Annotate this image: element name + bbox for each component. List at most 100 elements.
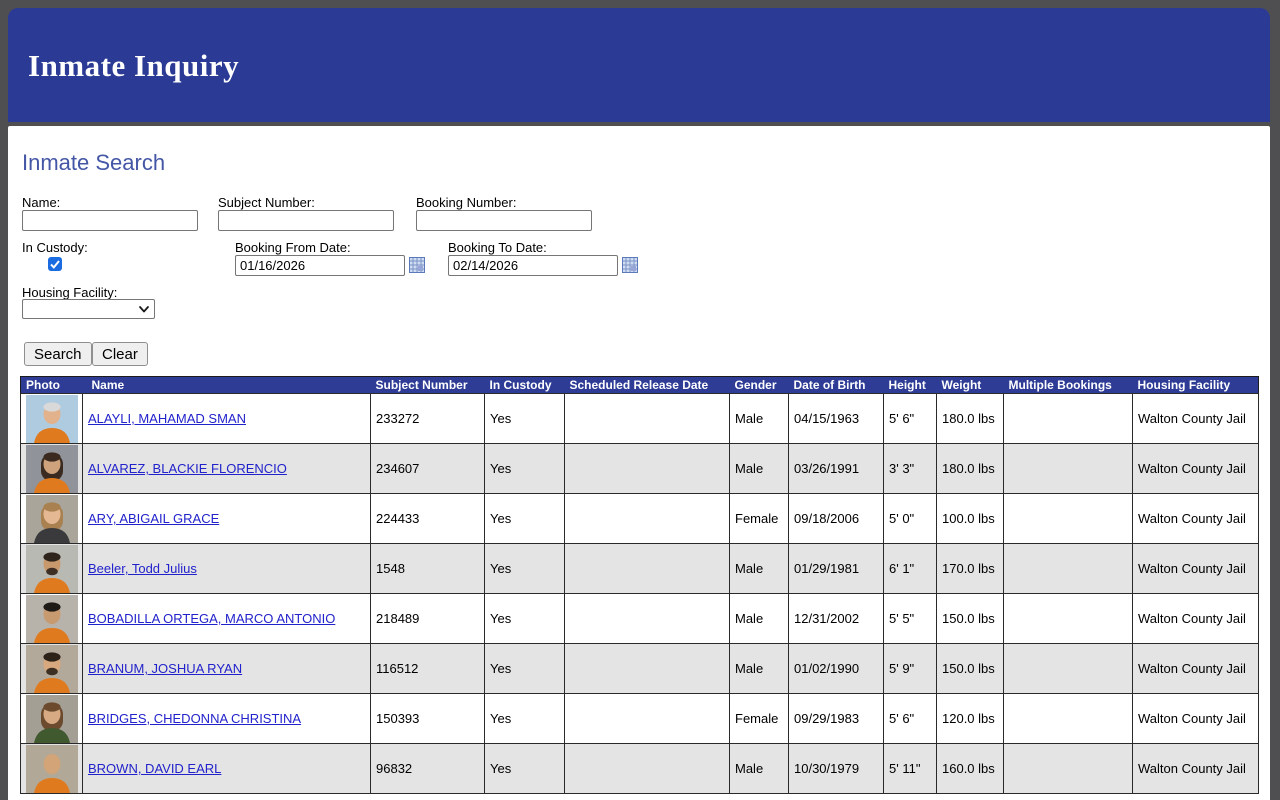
inmate-subject-cell: 233272 bbox=[370, 393, 485, 444]
in-custody-checkbox[interactable] bbox=[48, 257, 62, 271]
inmate-row: ARY, ABIGAIL GRACE 224433 Yes Female 09/18/2… bbox=[20, 493, 1259, 544]
booking-from-date-input[interactable] bbox=[235, 255, 405, 276]
name-label: Name: bbox=[22, 195, 61, 210]
inmate-photo-cell bbox=[20, 693, 83, 744]
inmate-name-link[interactable]: BRIDGES, CHEDONNA CHRISTINA bbox=[88, 711, 301, 726]
inmate-row: Beeler, Todd Julius 1548 Yes Male 01/29/1981… bbox=[20, 543, 1259, 594]
column-header-gender: Gender bbox=[729, 376, 789, 394]
mugshot-photo bbox=[26, 444, 78, 493]
inmate-facility-cell: Walton County Jail bbox=[1132, 593, 1259, 644]
search-section-heading: Inmate Search bbox=[22, 150, 166, 175]
inmate-row: BROWN, DAVID EARL 96832 Yes Male 10/30/1979 5… bbox=[20, 743, 1259, 794]
inmate-custody-cell: Yes bbox=[484, 393, 565, 444]
inmate-photo-cell bbox=[20, 493, 83, 544]
inmate-name-cell: BROWN, DAVID EARL bbox=[82, 743, 371, 794]
app-header: Inmate Inquiry bbox=[8, 8, 1270, 122]
inmate-subject-cell: 234607 bbox=[370, 443, 485, 494]
inmate-subject-cell: 218489 bbox=[370, 593, 485, 644]
booking-from-calendar-icon[interactable] bbox=[409, 257, 425, 273]
inmate-facility-cell: Walton County Jail bbox=[1132, 743, 1259, 794]
inmate-name-cell: ALAYLI, MAHAMAD SMAN bbox=[82, 393, 371, 444]
booking-to-date-input[interactable] bbox=[448, 255, 618, 276]
inmate-gender-cell: Male bbox=[729, 743, 789, 794]
inmate-custody-cell: Yes bbox=[484, 443, 565, 494]
inmate-facility-cell: Walton County Jail bbox=[1132, 643, 1259, 694]
inmate-results-table: Photo Name Subject Number In Custody Schedul… bbox=[20, 376, 1259, 794]
inmate-table-header-row: Photo Name Subject Number In Custody Schedul… bbox=[20, 376, 1259, 394]
inmate-dob-cell: 04/15/1963 bbox=[788, 393, 884, 444]
search-button[interactable]: Search bbox=[24, 342, 92, 366]
inmate-multiple-cell bbox=[1003, 543, 1133, 594]
column-header-scheduled-release-date: Scheduled Release Date bbox=[564, 376, 730, 394]
inmate-photo-cell bbox=[20, 543, 83, 594]
column-header-date-of-birth: Date of Birth bbox=[788, 376, 884, 394]
inmate-release-cell bbox=[564, 743, 730, 794]
mugshot-photo bbox=[26, 594, 78, 643]
inmate-release-cell bbox=[564, 693, 730, 744]
inmate-height-cell: 3' 3" bbox=[883, 443, 937, 494]
booking-to-calendar-icon[interactable] bbox=[622, 257, 638, 273]
inmate-name-link[interactable]: ARY, ABIGAIL GRACE bbox=[88, 511, 219, 526]
inmate-name-link[interactable]: BROWN, DAVID EARL bbox=[88, 761, 221, 776]
inmate-name-link[interactable]: ALVAREZ, BLACKIE FLORENCIO bbox=[88, 461, 287, 476]
inmate-name-link[interactable]: BRANUM, JOSHUA RYAN bbox=[88, 661, 242, 676]
housing-facility-select[interactable] bbox=[22, 299, 155, 319]
inmate-custody-cell: Yes bbox=[484, 543, 565, 594]
inmate-release-cell bbox=[564, 393, 730, 444]
inmate-dob-cell: 09/29/1983 bbox=[788, 693, 884, 744]
inmate-weight-cell: 150.0 lbs bbox=[936, 593, 1004, 644]
inmate-row: ALVAREZ, BLACKIE FLORENCIO 234607 Yes Male 0… bbox=[20, 443, 1259, 494]
mugshot-photo bbox=[26, 744, 78, 793]
inmate-height-cell: 5' 6" bbox=[883, 693, 937, 744]
inmate-multiple-cell bbox=[1003, 443, 1133, 494]
inmate-name-cell: ALVAREZ, BLACKIE FLORENCIO bbox=[82, 443, 371, 494]
inmate-row: BOBADILLA ORTEGA, MARCO ANTONIO 218489 Yes… bbox=[20, 593, 1259, 644]
booking-number-label: Booking Number: bbox=[416, 195, 517, 210]
inmate-facility-cell: Walton County Jail bbox=[1132, 693, 1259, 744]
name-input[interactable] bbox=[22, 210, 198, 231]
inmate-weight-cell: 160.0 lbs bbox=[936, 743, 1004, 794]
inmate-subject-cell: 224433 bbox=[370, 493, 485, 544]
inmate-gender-cell: Male bbox=[729, 443, 789, 494]
inmate-custody-cell: Yes bbox=[484, 743, 565, 794]
mugshot-photo bbox=[26, 544, 78, 593]
inmate-release-cell bbox=[564, 643, 730, 694]
inmate-multiple-cell bbox=[1003, 693, 1133, 744]
inmate-name-link[interactable]: BOBADILLA ORTEGA, MARCO ANTONIO bbox=[88, 611, 335, 626]
column-header-name: Name bbox=[82, 376, 371, 394]
inmate-release-cell bbox=[564, 543, 730, 594]
inmate-multiple-cell bbox=[1003, 493, 1133, 544]
inmate-row: ALAYLI, MAHAMAD SMAN 233272 Yes Male 04/15/1… bbox=[20, 393, 1259, 444]
inmate-gender-cell: Male bbox=[729, 593, 789, 644]
inmate-weight-cell: 150.0 lbs bbox=[936, 643, 1004, 694]
inmate-row: BRANUM, JOSHUA RYAN 116512 Yes Male 01/02/19… bbox=[20, 643, 1259, 694]
inmate-weight-cell: 180.0 lbs bbox=[936, 393, 1004, 444]
booking-from-date-label: Booking From Date: bbox=[235, 240, 351, 255]
inmate-gender-cell: Male bbox=[729, 643, 789, 694]
inmate-name-cell: ARY, ABIGAIL GRACE bbox=[82, 493, 371, 544]
inmate-multiple-cell bbox=[1003, 393, 1133, 444]
housing-facility-select-wrap bbox=[22, 299, 155, 319]
inmate-height-cell: 5' 0" bbox=[883, 493, 937, 544]
column-header-multiple-bookings: Multiple Bookings bbox=[1003, 376, 1133, 394]
inmate-release-cell bbox=[564, 593, 730, 644]
inmate-photo-cell bbox=[20, 643, 83, 694]
inmate-name-link[interactable]: ALAYLI, MAHAMAD SMAN bbox=[88, 411, 246, 426]
mugshot-photo bbox=[26, 494, 78, 543]
inmate-name-link[interactable]: Beeler, Todd Julius bbox=[88, 561, 197, 576]
inmate-custody-cell: Yes bbox=[484, 693, 565, 744]
inmate-photo-cell bbox=[20, 393, 83, 444]
housing-facility-label: Housing Facility: bbox=[22, 285, 118, 300]
clear-button[interactable]: Clear bbox=[92, 342, 148, 366]
inmate-dob-cell: 09/18/2006 bbox=[788, 493, 884, 544]
subject-number-input[interactable] bbox=[218, 210, 394, 231]
column-header-housing-facility: Housing Facility bbox=[1132, 376, 1259, 394]
inmate-dob-cell: 01/29/1981 bbox=[788, 543, 884, 594]
column-header-weight: Weight bbox=[936, 376, 1004, 394]
inmate-gender-cell: Female bbox=[729, 693, 789, 744]
inmate-facility-cell: Walton County Jail bbox=[1132, 443, 1259, 494]
booking-number-input[interactable] bbox=[416, 210, 592, 231]
inmate-height-cell: 5' 11" bbox=[883, 743, 937, 794]
inmate-release-cell bbox=[564, 493, 730, 544]
inmate-custody-cell: Yes bbox=[484, 493, 565, 544]
